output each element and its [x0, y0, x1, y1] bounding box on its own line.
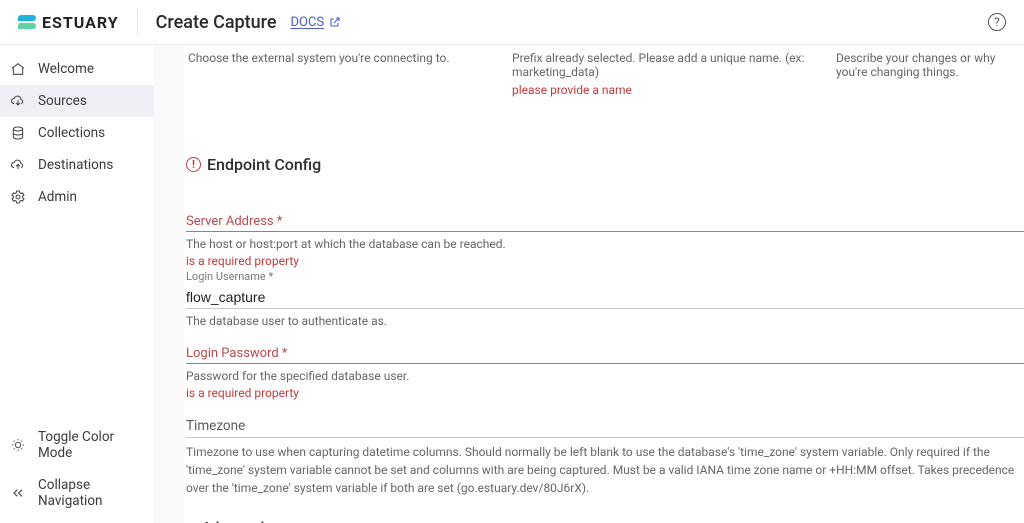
- sidebar-item-destinations[interactable]: Destinations: [0, 149, 154, 181]
- sidebar-item-label: Destinations: [38, 157, 113, 173]
- logo-mark-icon: [18, 15, 36, 29]
- alert-icon: !: [186, 157, 201, 172]
- help-button[interactable]: ?: [988, 13, 1006, 31]
- section-title: Endpoint Config: [207, 155, 321, 174]
- docs-link[interactable]: DOCS: [291, 15, 342, 30]
- timezone-label: Timezone: [186, 418, 1024, 438]
- name-error: please provide a name: [512, 83, 812, 97]
- timezone-field[interactable]: Timezone Timezone to use when capturing …: [186, 418, 1024, 497]
- sidebar-item-label: Toggle Color Mode: [38, 429, 144, 461]
- divider: [137, 9, 138, 35]
- connector-help: Choose the external system you're connec…: [188, 51, 488, 97]
- collapse-navigation[interactable]: Collapse Navigation: [0, 469, 154, 517]
- login-username-input[interactable]: [186, 285, 1024, 308]
- server-address-input[interactable]: [186, 231, 1024, 232]
- server-address-help: The host or host:port at which the datab…: [186, 237, 1024, 251]
- main-panel: Choose the external system you're connec…: [184, 45, 1024, 523]
- sidebar-item-label: Sources: [38, 93, 87, 109]
- endpoint-config-heading: ! Endpoint Config: [186, 155, 1024, 174]
- login-password-error: is a required property: [186, 386, 1024, 400]
- sidebar-item-label: Admin: [38, 189, 77, 205]
- details-help: Describe your changes or why you're chan…: [836, 51, 1024, 97]
- sidebar-item-collections[interactable]: Collections: [0, 117, 154, 149]
- gear-icon: [10, 189, 26, 205]
- docs-label: DOCS: [291, 15, 325, 30]
- chevrons-left-icon: [10, 485, 26, 501]
- helper-row: Choose the external system you're connec…: [186, 51, 1024, 97]
- topbar: ESTUARY Create Capture DOCS ?: [0, 0, 1024, 45]
- gutter: [154, 45, 184, 523]
- toggle-color-mode[interactable]: Toggle Color Mode: [0, 421, 154, 469]
- home-icon: [10, 61, 26, 77]
- login-password-input[interactable]: [186, 363, 1024, 364]
- cloud-upload-icon: [10, 157, 26, 173]
- server-address-error: is a required property: [186, 254, 1024, 268]
- login-password-help: Password for the specified database user…: [186, 369, 1024, 383]
- brand-logo[interactable]: ESTUARY: [18, 13, 119, 32]
- sidebar-item-label: Collapse Navigation: [38, 477, 144, 509]
- database-icon: [10, 125, 26, 141]
- sidebar-item-welcome[interactable]: Welcome: [0, 53, 154, 85]
- login-username-help: The database user to authenticate as.: [186, 314, 1024, 328]
- login-password-label: Login Password *: [186, 346, 1024, 363]
- sidebar-item-sources[interactable]: Sources: [0, 85, 154, 117]
- advanced-accordion[interactable]: Advanced: [186, 507, 1024, 523]
- server-address-label: Server Address *: [186, 214, 1024, 231]
- timezone-help: Timezone to use when capturing datetime …: [186, 443, 1024, 497]
- sidebar-item-label: Welcome: [38, 61, 94, 77]
- cloud-download-icon: [10, 93, 26, 109]
- external-link-icon: [329, 16, 341, 28]
- login-username-field[interactable]: Login Username * The database user to au…: [186, 270, 1024, 328]
- sidebar-item-admin[interactable]: Admin: [0, 181, 154, 213]
- sidebar-item-label: Collections: [38, 125, 105, 141]
- name-help: Prefix already selected. Please add a un…: [512, 51, 812, 79]
- login-password-field[interactable]: Login Password * Password for the specif…: [186, 346, 1024, 400]
- brand-text: ESTUARY: [42, 13, 119, 32]
- sidebar: Welcome Sources Collections Destinations…: [0, 45, 154, 523]
- sun-icon: [10, 437, 26, 453]
- login-username-label: Login Username *: [186, 270, 1024, 285]
- page-title: Create Capture: [156, 12, 277, 33]
- server-address-field[interactable]: Server Address * The host or host:port a…: [186, 214, 1024, 268]
